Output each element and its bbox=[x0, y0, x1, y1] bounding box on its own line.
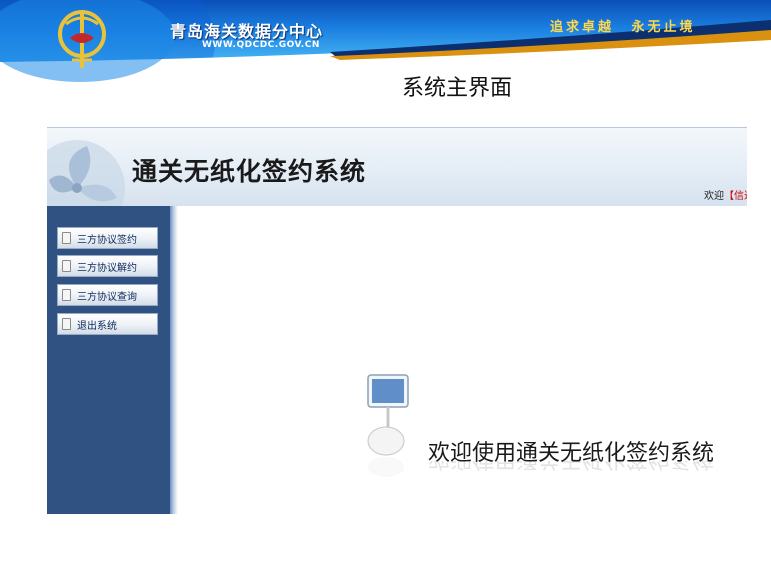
sidebar-item-label: 退出系统 bbox=[77, 321, 117, 332]
sidebar-item-terminate[interactable]: 三方协议解约 bbox=[57, 255, 158, 277]
sidebar: 三方协议签约 三方协议解约 三方协议查询 退出系统 bbox=[47, 206, 170, 514]
site-banner: 青岛海关数据分中心 WWW.QDCDC.GOV.CN 追求卓越 永无止境 bbox=[0, 0, 771, 86]
banner-swoosh bbox=[0, 0, 771, 86]
welcome-message-reflection: 欢迎使用通关无纸化签约系统 bbox=[428, 461, 714, 477]
app-window: 通关无纸化签约系统 欢迎【信达 三方协议签约 三方协议解约 三方协议查询 退出系… bbox=[47, 127, 747, 514]
sidebar-item-label: 三方协议查询 bbox=[77, 292, 137, 303]
document-icon bbox=[62, 260, 71, 272]
app-header: 通关无纸化签约系统 欢迎【信达 bbox=[47, 128, 747, 206]
welcome-user-text: 欢迎【信达 bbox=[704, 187, 747, 202]
sidebar-item-sign[interactable]: 三方协议签约 bbox=[57, 227, 158, 249]
document-icon bbox=[62, 232, 71, 244]
computer-icon bbox=[367, 374, 409, 477]
sidebar-item-query[interactable]: 三方协议查询 bbox=[57, 284, 158, 306]
sidebar-item-label: 三方协议签约 bbox=[77, 235, 137, 246]
site-motto: 追求卓越 永无止境 bbox=[550, 20, 696, 35]
sidebar-item-label: 三方协议解约 bbox=[77, 263, 137, 274]
site-url: WWW.QDCDC.GOV.CN bbox=[202, 40, 320, 50]
current-user: 【信达 bbox=[724, 191, 747, 202]
sidebar-item-logout[interactable]: 退出系统 bbox=[57, 313, 158, 335]
document-icon bbox=[62, 289, 71, 301]
customs-emblem-icon bbox=[58, 10, 106, 68]
app-title: 通关无纸化签约系统 bbox=[132, 157, 367, 186]
site-title: 青岛海关数据分中心 bbox=[170, 22, 324, 41]
page-title: 系统主界面 bbox=[402, 76, 513, 101]
sidebar-edge bbox=[170, 206, 178, 514]
main-content: 欢迎使用通关无纸化签约系统 欢迎使用通关无纸化签约系统 bbox=[178, 206, 747, 514]
document-icon bbox=[62, 318, 71, 330]
